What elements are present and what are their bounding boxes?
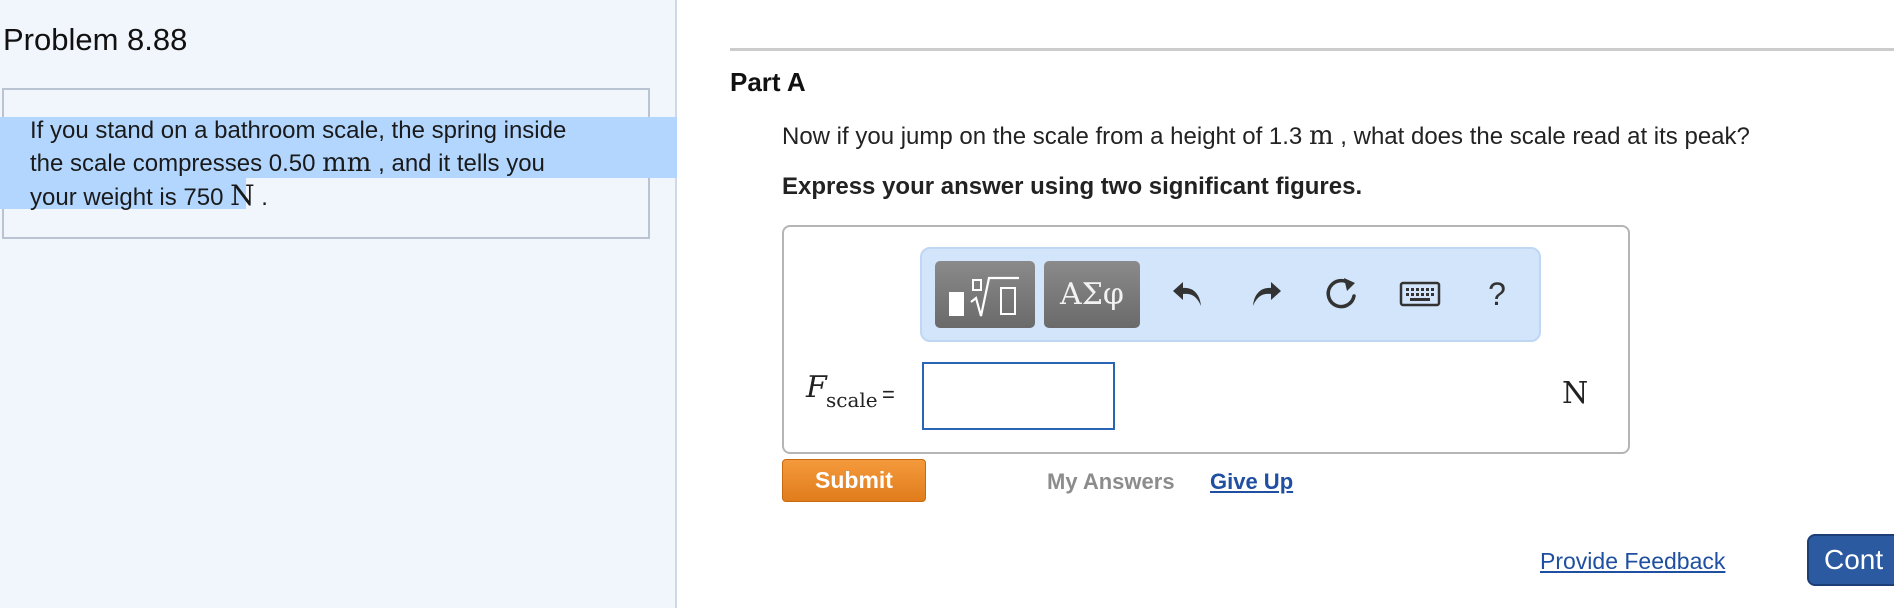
problem-text-segment: If you stand on a bathroom scale, the sp… — [30, 117, 567, 144]
provide-feedback-link[interactable]: Provide Feedback — [1540, 548, 1725, 575]
problem-title: Problem 8.88 — [3, 22, 188, 57]
help-button[interactable]: ? — [1472, 269, 1522, 319]
problem-text-segment: the scale compresses 0.50 — [30, 150, 323, 177]
redo-icon — [1253, 282, 1281, 306]
unit-newton: N — [230, 179, 255, 212]
my-answers-link[interactable]: My Answers — [1047, 469, 1175, 495]
reset-button[interactable] — [1317, 269, 1367, 319]
unit-mm: mm — [322, 148, 372, 178]
answer-unit: N — [1562, 376, 1589, 411]
redo-button[interactable] — [1240, 269, 1290, 319]
templates-icon — [949, 276, 1019, 316]
answer-variable-subscript: scale — [826, 388, 878, 412]
submit-button[interactable]: Submit — [782, 459, 926, 502]
part-title: Part A — [730, 67, 806, 97]
answer-variable: F — [806, 370, 827, 405]
unit-meter: m — [1308, 121, 1334, 151]
keyboard-button[interactable] — [1395, 269, 1445, 319]
problem-statement: If you stand on a bathroom scale, the sp… — [30, 115, 650, 214]
templates-button[interactable] — [935, 261, 1035, 328]
problem-text-segment: , and it tells you — [371, 150, 545, 177]
problem-line-2: the scale compresses 0.50 mm , and it te… — [30, 147, 650, 180]
problem-pane: Problem 8.88 If you stand on a bathroom … — [0, 0, 677, 608]
problem-text-segment: . — [254, 184, 268, 211]
reset-icon — [1326, 278, 1356, 309]
problem-text-segment: your weight is 750 — [30, 184, 231, 211]
part-divider — [730, 48, 1894, 51]
continue-button[interactable]: Cont — [1807, 534, 1894, 586]
problem-line-3: your weight is 750 N . — [30, 180, 650, 214]
problem-line-1: If you stand on a bathroom scale, the sp… — [30, 115, 650, 147]
math-toolbar: ΑΣφ ? — [920, 247, 1541, 342]
undo-icon — [1173, 282, 1201, 306]
question-segment: , what does the scale read at its peak? — [1333, 123, 1750, 150]
keyboard-icon — [1399, 281, 1441, 307]
answer-instruction: Express your answer using two significan… — [782, 173, 1363, 200]
answer-input[interactable] — [922, 362, 1115, 430]
undo-button[interactable] — [1164, 269, 1214, 319]
question-text: Now if you jump on the scale from a heig… — [782, 121, 1750, 151]
greek-symbols-button[interactable]: ΑΣφ — [1044, 261, 1140, 328]
equals-sign: = — [882, 382, 895, 407]
give-up-link[interactable]: Give Up — [1210, 469, 1293, 495]
question-segment: Now if you jump on the scale from a heig… — [782, 123, 1309, 150]
